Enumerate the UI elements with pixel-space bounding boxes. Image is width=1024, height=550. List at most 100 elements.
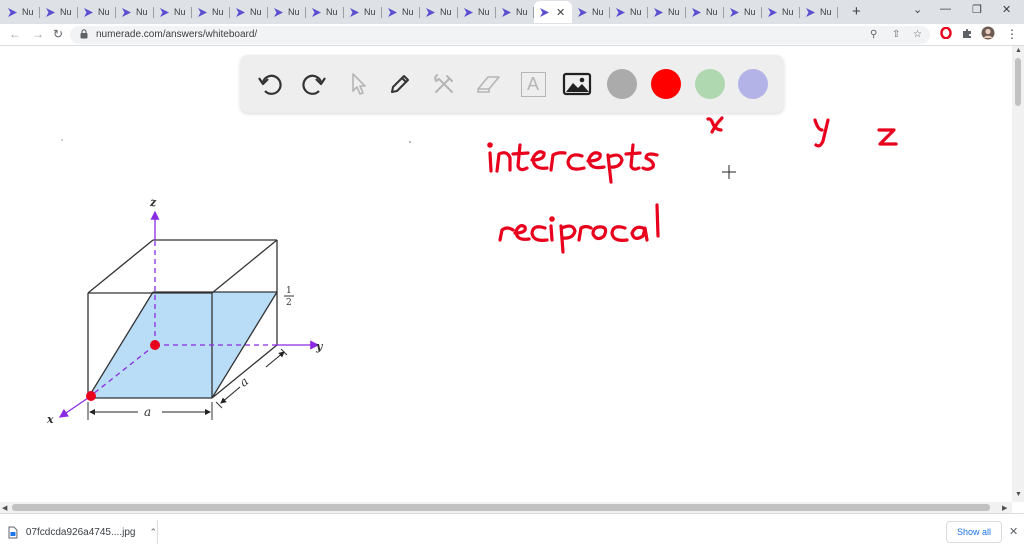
numerade-icon bbox=[46, 7, 55, 17]
back-icon[interactable]: ← bbox=[9, 27, 21, 41]
tab-title: Nu bbox=[288, 7, 300, 17]
tab-title: Nu bbox=[174, 7, 186, 17]
extensions-icon[interactable] bbox=[961, 27, 973, 39]
tab[interactable]: Nu bbox=[686, 1, 724, 23]
numerade-icon bbox=[578, 7, 587, 17]
opera-icon[interactable] bbox=[940, 27, 952, 39]
chevron-up-icon[interactable]: ⌃ bbox=[149, 527, 157, 538]
tab-title: Nu bbox=[478, 7, 490, 17]
handwriting-axes bbox=[706, 116, 898, 148]
redo-icon[interactable] bbox=[297, 67, 331, 101]
tab[interactable]: Nu bbox=[116, 1, 154, 23]
tab[interactable]: Nu bbox=[306, 1, 344, 23]
text-tool-label: A bbox=[520, 71, 546, 97]
numerade-icon bbox=[502, 7, 511, 17]
tab[interactable]: Nu bbox=[230, 1, 268, 23]
tab[interactable]: Nu bbox=[572, 1, 610, 23]
numerade-icon bbox=[616, 7, 625, 17]
whiteboard-toolbar: A bbox=[240, 55, 784, 113]
vertical-scroll-thumb[interactable] bbox=[1015, 58, 1021, 106]
horizontal-scroll-thumb[interactable] bbox=[12, 504, 990, 511]
restore-icon[interactable]: ❐ bbox=[972, 3, 982, 16]
image-icon[interactable] bbox=[560, 67, 594, 101]
select-icon[interactable] bbox=[340, 67, 374, 101]
color-swatch-green[interactable] bbox=[695, 69, 725, 99]
tab-title: Nu bbox=[630, 7, 642, 17]
tab[interactable]: Nu bbox=[344, 1, 382, 23]
address-bar[interactable]: numerade.com/answers/whiteboard/ ⚲ ⇧ ☆ bbox=[70, 26, 930, 44]
forward-icon[interactable]: → bbox=[32, 27, 44, 41]
tab[interactable]: Nu bbox=[192, 1, 230, 23]
tab[interactable]: Nu bbox=[610, 1, 648, 23]
numerade-icon bbox=[8, 7, 17, 17]
tab[interactable]: Nu bbox=[154, 1, 192, 23]
vertical-scrollbar[interactable]: ▲ ▼ bbox=[1012, 46, 1024, 502]
show-all-button[interactable]: Show all bbox=[946, 521, 1002, 543]
fraction-numerator: 1 bbox=[286, 286, 292, 296]
tab-strip: + ⌄ — ❐ ✕ Nu Nu Nu Nu Nu Nu Nu Nu Nu Nu Nu Nu Nu Nu Nu… bbox=[0, 0, 1024, 24]
pen-icon[interactable] bbox=[383, 67, 417, 101]
numerade-icon bbox=[160, 7, 169, 17]
tab-title: Nu bbox=[60, 7, 72, 17]
eraser-icon[interactable] bbox=[471, 67, 505, 101]
tab-title: Nu bbox=[592, 7, 604, 17]
numerade-icon bbox=[540, 7, 549, 17]
minimize-icon[interactable]: — bbox=[940, 3, 951, 15]
close-icon[interactable]: ✕ bbox=[1009, 525, 1018, 538]
tab[interactable]: Nu bbox=[496, 1, 534, 23]
menu-icon[interactable]: ⋮ bbox=[1006, 27, 1018, 41]
browser-window: + ⌄ — ❐ ✕ Nu Nu Nu Nu Nu Nu Nu Nu Nu Nu Nu Nu Nu Nu Nu… bbox=[0, 0, 1024, 550]
tab-title: Nu bbox=[98, 7, 110, 17]
tab-title: Nu bbox=[136, 7, 148, 17]
tab[interactable]: Nu bbox=[724, 1, 762, 23]
star-icon[interactable]: ☆ bbox=[913, 29, 922, 40]
x-axis-label: x bbox=[46, 413, 54, 426]
tab-active[interactable]: Nu✕ bbox=[534, 1, 572, 23]
tab-title: Nu bbox=[250, 7, 262, 17]
tab[interactable]: Nu bbox=[382, 1, 420, 23]
dimension-label-side: a bbox=[237, 374, 251, 389]
close-tab-icon[interactable]: ✕ bbox=[556, 6, 565, 19]
download-file-name: 07fcdcda926a4745....jpg bbox=[25, 526, 136, 538]
file-icon bbox=[8, 526, 18, 538]
zoom-icon[interactable]: ⚲ bbox=[870, 29, 877, 40]
horizontal-scrollbar[interactable]: ◀ ▶ bbox=[0, 502, 1012, 513]
tab[interactable]: Nu bbox=[420, 1, 458, 23]
whiteboard-canvas[interactable]: z y x 1 2 a a bbox=[0, 46, 1012, 502]
share-icon[interactable]: ⇧ bbox=[892, 29, 900, 40]
tab[interactable]: Nu bbox=[648, 1, 686, 23]
color-swatch-gray[interactable] bbox=[607, 69, 637, 99]
numerade-icon bbox=[274, 7, 283, 17]
tab-search-icon[interactable]: ⌄ bbox=[913, 3, 922, 16]
tab-title: Nu bbox=[668, 7, 680, 17]
color-swatch-red[interactable] bbox=[651, 69, 681, 99]
close-window-icon[interactable]: ✕ bbox=[1002, 3, 1011, 16]
handwriting-reciprocal bbox=[498, 203, 660, 254]
reload-icon[interactable]: ↻ bbox=[53, 27, 63, 41]
download-bar: 07fcdcda926a4745....jpg ⌃ Show all ✕ bbox=[0, 513, 1024, 550]
tab-title: Nu bbox=[364, 7, 376, 17]
tab[interactable]: Nu bbox=[458, 1, 496, 23]
undo-icon[interactable] bbox=[253, 67, 287, 101]
tab[interactable]: Nu bbox=[268, 1, 306, 23]
numerade-icon bbox=[464, 7, 473, 17]
numerade-icon bbox=[806, 7, 815, 17]
tools-icon[interactable] bbox=[427, 67, 461, 101]
fraction-denominator: 2 bbox=[286, 298, 292, 308]
handwriting-intercepts bbox=[487, 142, 659, 184]
tab[interactable]: Nu bbox=[800, 1, 838, 23]
y-axis-label: y bbox=[315, 340, 324, 353]
numerade-icon bbox=[426, 7, 435, 17]
tab[interactable]: Nu bbox=[40, 1, 78, 23]
profile-avatar[interactable] bbox=[981, 26, 995, 40]
z-axis-label: z bbox=[149, 196, 157, 209]
download-item[interactable]: 07fcdcda926a4745....jpg ⌃ bbox=[8, 520, 158, 544]
tab[interactable]: Nu bbox=[2, 1, 40, 23]
browser-toolbar: ← → ↻ numerade.com/answers/whiteboard/ ⚲… bbox=[0, 24, 1024, 46]
dimension-label-bottom: a bbox=[144, 405, 151, 419]
tab[interactable]: Nu bbox=[78, 1, 116, 23]
new-tab-button[interactable]: + bbox=[852, 3, 861, 20]
tab[interactable]: Nu bbox=[762, 1, 800, 23]
text-icon[interactable]: A bbox=[516, 67, 550, 101]
color-swatch-purple[interactable] bbox=[738, 69, 768, 99]
